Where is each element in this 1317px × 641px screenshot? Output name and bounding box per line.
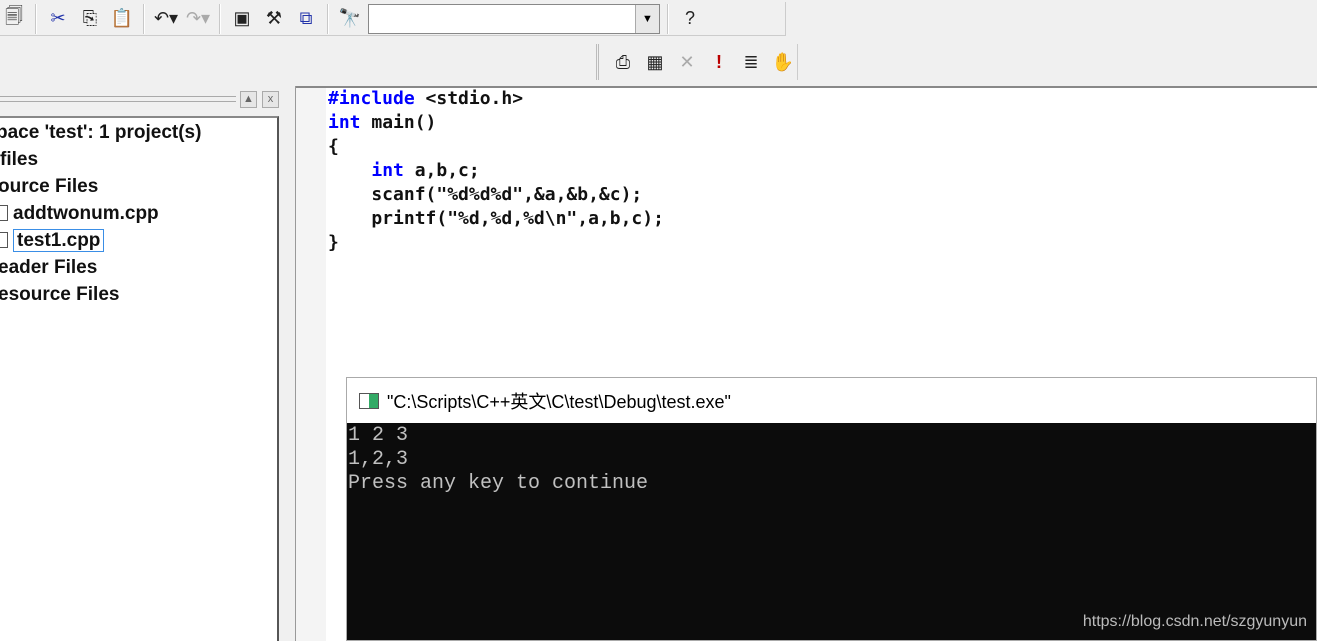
chevron-down-icon[interactable]: ▼ [635,4,659,33]
compile-icon[interactable]: ⎙ [609,48,637,76]
editor-gutter [296,88,326,641]
breakpoint-hand-icon[interactable]: ✋ [769,48,797,76]
cut-icon[interactable]: ✂ [44,5,72,33]
separator [219,3,221,34]
build-icon[interactable]: ▦ [641,48,669,76]
panel-gripper[interactable] [0,96,236,102]
file-icon [0,232,8,248]
console-window[interactable]: "C:\Scripts\C++英文\C\test\Debug\test.exe"… [346,377,1317,641]
execute-icon[interactable]: ! [705,48,733,76]
code-line: #include <stdio.h> [328,88,524,109]
find-in-files-icon[interactable]: 🔭 [336,5,364,33]
tree-file-selected[interactable]: test1.cpp [0,229,105,252]
file-icon [0,205,8,221]
go-icon[interactable]: ≣ [737,48,765,76]
window-list-icon[interactable]: ⧉ [292,5,320,33]
workspace-icon[interactable]: ▣ [228,5,256,33]
tree-header-files[interactable]: eader Files [0,257,97,279]
console-line: 1 2 3 [348,424,409,447]
watermark: https://blog.csdn.net/szgyunyun [1082,613,1307,630]
tree-resource-files[interactable]: esource Files [0,284,119,306]
separator [667,3,669,34]
console-line: Press any key to continue [348,472,649,495]
code-line: { [328,136,339,157]
tree-folder[interactable]: files [0,149,38,171]
file-label: addtwonum.cpp [13,203,159,224]
redo-icon[interactable]: ↷▾ [184,5,212,33]
file-tree: pace 'test': 1 project(s) files ource Fi… [0,116,279,641]
console-icon [359,392,379,409]
standard-toolbar: 🗐 ✂ ⎘ 📋 ↶▾ ↷▾ ▣ ⚒ ⧉ 🔭 ▼ ? [0,2,786,36]
code-line: printf("%d,%d,%d\n",a,b,c); [328,208,664,229]
close-panel-button[interactable]: x [262,91,279,108]
splitter[interactable] [285,86,296,641]
code-line: int a,b,c; [371,160,480,181]
build-toolbar: ⎙ ▦ ✕ ! ≣ ✋ [596,44,798,80]
code-line: scanf("%d%d%d",&a,&b,&c); [328,184,643,205]
output-icon[interactable]: ⚒ [260,5,288,33]
paste-icon[interactable]: 📋 [108,5,136,33]
file-label: test1.cpp [13,229,105,252]
separator [327,3,329,34]
console-titlebar[interactable]: "C:\Scripts\C++英文\C\test\Debug\test.exe" [347,378,1316,423]
tree-file[interactable]: addtwonum.cpp [0,203,159,225]
tree-workspace[interactable]: pace 'test': 1 project(s) [0,122,201,144]
undo-icon[interactable]: ↶▾ [152,5,180,33]
copy-icon[interactable]: ⎘ [76,5,104,33]
separator [35,3,37,34]
find-combo[interactable]: ▼ [368,3,660,34]
maximize-panel-button[interactable]: ▲ [240,91,257,108]
search-help-icon[interactable]: ? [676,5,704,33]
save-all-icon[interactable]: 🗐 [0,5,28,33]
tree-source-files[interactable]: ource Files [0,176,98,198]
separator [143,3,145,34]
stop-build-icon[interactable]: ✕ [673,48,701,76]
code-line: int main() [328,112,437,133]
code-line: } [328,232,339,253]
console-title: "C:\Scripts\C++英文\C\test\Debug\test.exe" [387,391,731,412]
console-line: 1,2,3 [348,448,409,471]
